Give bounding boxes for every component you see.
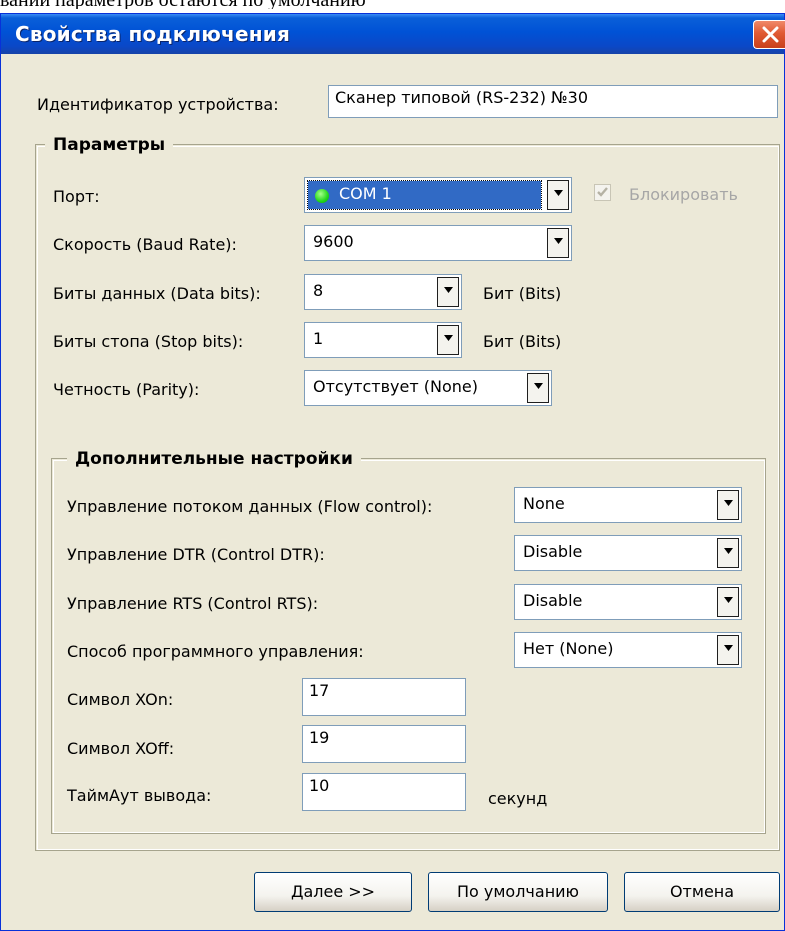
dtr-value: Disable — [523, 542, 583, 561]
stop-bits-value: 1 — [313, 329, 324, 348]
port-select[interactable]: COM 1 — [304, 177, 572, 213]
dtr-dropdown-button[interactable] — [717, 538, 739, 568]
baud-select[interactable]: 9600 — [304, 225, 572, 261]
stop-bits-unit: Бит (Bits) — [483, 332, 562, 351]
advanced-group-title: Дополнительные настройки — [67, 449, 361, 469]
data-bits-label: Биты данных (Data bits): — [53, 284, 261, 303]
dtr-select[interactable]: Disable — [514, 535, 742, 571]
rts-dropdown-button[interactable] — [717, 587, 739, 617]
xoff-label: Символ XOff: — [67, 739, 175, 758]
xoff-field[interactable]: 19 — [302, 725, 466, 763]
baud-dropdown-button[interactable] — [547, 228, 569, 258]
port-label: Порт: — [53, 187, 100, 206]
soft-control-dropdown-button[interactable] — [717, 635, 739, 665]
baud-label: Скорость (Baud Rate): — [53, 235, 237, 254]
port-value: COM 1 — [339, 184, 392, 203]
title-bar[interactable]: Свойства подключения — [1, 14, 785, 54]
window-title: Свойства подключения — [15, 22, 290, 46]
rts-label: Управление RTS (Control RTS): — [67, 594, 319, 613]
chevron-down-icon — [554, 238, 563, 244]
data-bits-dropdown-button[interactable] — [437, 277, 459, 307]
soft-control-select[interactable]: Нет (None) — [514, 632, 742, 668]
dialog-window: Свойства подключения Идентификатор устро… — [0, 13, 785, 931]
baud-value: 9600 — [313, 232, 354, 251]
default-button[interactable]: По умолчанию — [428, 872, 608, 912]
dtr-label: Управление DTR (Control DTR): — [67, 545, 325, 564]
params-group-title: Параметры — [45, 135, 174, 155]
chevron-down-icon — [724, 597, 733, 603]
xon-field[interactable]: 17 — [302, 678, 466, 716]
soft-control-label: Способ программного управления: — [67, 642, 364, 661]
parity-value: Отсутствует (None) — [313, 377, 478, 396]
port-dropdown-button[interactable] — [547, 180, 569, 210]
close-button[interactable] — [753, 20, 785, 49]
soft-control-value: Нет (None) — [523, 639, 614, 658]
lock-label: Блокировать — [629, 185, 738, 204]
stop-bits-dropdown-button[interactable] — [437, 325, 459, 355]
cancel-button[interactable]: Отмена — [624, 872, 780, 912]
chevron-down-icon — [724, 645, 733, 651]
parity-dropdown-button[interactable] — [527, 373, 549, 403]
lock-checkbox[interactable] — [594, 184, 611, 201]
stop-bits-select[interactable]: 1 — [304, 322, 462, 358]
parity-select[interactable]: Отсутствует (None) — [304, 370, 552, 406]
flow-control-select[interactable]: None — [514, 487, 742, 523]
device-id-label: Идентификатор устройства: — [37, 95, 279, 114]
timeout-field[interactable]: 10 — [302, 773, 466, 811]
stop-bits-label: Биты стопа (Stop bits): — [53, 332, 244, 351]
data-bits-value: 8 — [313, 281, 324, 300]
close-icon — [762, 26, 779, 43]
flow-control-label: Управление потоком данных (Flow control)… — [67, 497, 433, 516]
check-icon — [597, 187, 608, 197]
next-button[interactable]: Далее >> — [254, 872, 412, 912]
data-bits-unit: Бит (Bits) — [483, 284, 562, 303]
chevron-down-icon — [444, 335, 453, 341]
chevron-down-icon — [534, 383, 543, 389]
chevron-down-icon — [724, 500, 733, 506]
timeout-label: ТаймАут вывода: — [67, 786, 212, 805]
chevron-down-icon — [554, 190, 563, 196]
xon-label: Символ XOn: — [67, 690, 174, 709]
parity-label: Четность (Parity): — [53, 380, 200, 399]
rts-value: Disable — [523, 591, 583, 610]
data-bits-select[interactable]: 8 — [304, 274, 462, 310]
page-top-text: ваний параметров остаются по умолчанию — [0, 0, 785, 9]
device-id-field[interactable]: Сканер типовой (RS-232) №30 — [328, 85, 778, 118]
flow-control-value: None — [523, 494, 565, 513]
status-dot-icon — [315, 189, 329, 203]
chevron-down-icon — [724, 548, 733, 554]
rts-select[interactable]: Disable — [514, 584, 742, 620]
flow-control-dropdown-button[interactable] — [717, 490, 739, 520]
timeout-unit: секунд — [488, 789, 548, 808]
chevron-down-icon — [444, 287, 453, 293]
